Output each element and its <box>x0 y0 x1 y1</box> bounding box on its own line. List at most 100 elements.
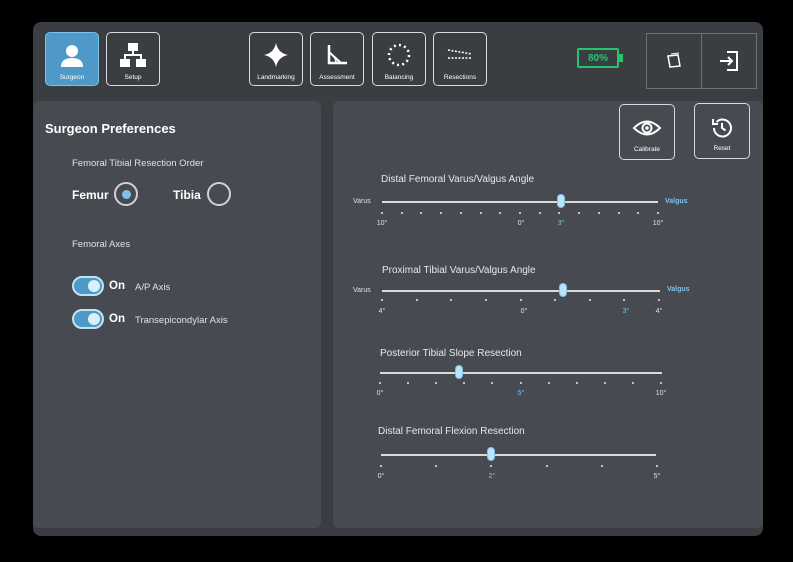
user-icon <box>61 45 83 67</box>
ap-axis-state: On <box>109 280 125 292</box>
slider-tick <box>588 299 591 301</box>
slider-tick <box>603 382 606 384</box>
slider-tick <box>379 382 381 384</box>
tick-label-max: 10° <box>655 390 667 397</box>
ap-axis-toggle[interactable] <box>72 276 104 296</box>
slider-tick <box>484 299 487 301</box>
tick-label-value: 3° <box>622 308 630 315</box>
slider-tick <box>435 465 438 467</box>
slider-tick <box>435 382 438 384</box>
varus-label: Varus <box>353 287 371 294</box>
setup-button[interactable]: Setup <box>106 32 160 86</box>
slider-tick <box>400 212 403 214</box>
slider-tick <box>519 382 522 384</box>
slider-tick <box>420 212 423 214</box>
reset-button[interactable]: Reset <box>694 103 750 159</box>
resections-button[interactable]: Resections <box>433 32 487 86</box>
tibia-option-label: Tibia <box>173 188 201 202</box>
battery-indicator: 80% <box>577 48 619 68</box>
distal-femoral-varus-valgus-thumb[interactable] <box>557 194 565 208</box>
tick-label-min: 4° <box>378 308 386 315</box>
slider-tick <box>463 382 466 384</box>
calibrate-button[interactable]: Calibrate <box>619 104 675 160</box>
valgus-label: Valgus <box>665 198 688 205</box>
tibia-radio[interactable] <box>207 182 231 206</box>
slider-tick <box>597 212 600 214</box>
tick-label-zero: 0° <box>517 220 525 227</box>
tick-label-max: 10° <box>652 220 664 227</box>
valgus-label: Valgus <box>667 286 690 293</box>
display-button[interactable] <box>646 33 702 89</box>
assessment-label: Assessment <box>319 74 355 81</box>
landmarking-button[interactable]: Landmarking <box>249 32 303 86</box>
sparkle-icon <box>264 43 288 67</box>
transepicondylar-axis-state: On <box>109 313 125 325</box>
slider-tick <box>623 299 626 301</box>
landmarking-label: Landmarking <box>257 74 295 81</box>
posterior-tibial-slope-title: Posterior Tibial Slope Resection <box>380 348 522 359</box>
distal-femoral-flexion-track[interactable] <box>381 454 656 456</box>
logout-button[interactable] <box>701 33 757 89</box>
slider-tick <box>660 382 662 384</box>
femur-option-label: Femur <box>72 188 109 202</box>
eye-icon <box>632 120 662 136</box>
logout-icon <box>720 51 738 71</box>
slider-tick <box>631 382 634 384</box>
resection-settings-panel: Calibrate Reset Distal Femoral Varus/Val… <box>333 101 763 528</box>
distal-femoral-varus-valgus-title: Distal Femoral Varus/Valgus Angle <box>381 174 535 185</box>
slider-tick <box>380 465 382 467</box>
slider-tick <box>657 212 659 214</box>
setup-label: Setup <box>124 74 142 81</box>
slider-tick <box>658 299 660 301</box>
tick-label-value: 5° <box>517 390 525 397</box>
dotted-circle-icon <box>387 43 411 67</box>
slider-tick <box>381 212 383 214</box>
femur-radio[interactable] <box>114 182 138 206</box>
tick-label-min: 0° <box>377 473 385 480</box>
femoral-axes-label: Femoral Axes <box>72 239 131 250</box>
proximal-tibial-varus-valgus-track[interactable] <box>382 290 660 292</box>
tick-label-max: 4° <box>655 308 663 315</box>
slider-tick <box>575 382 578 384</box>
balancing-label: Balancing <box>384 74 414 81</box>
tick-label-min: 0° <box>376 390 384 397</box>
varus-label: Varus <box>353 198 371 205</box>
slider-tick <box>381 299 383 301</box>
slider-tick <box>538 212 541 214</box>
distal-femoral-varus-valgus-track[interactable] <box>382 201 658 203</box>
slider-tick <box>554 299 557 301</box>
slider-tick <box>547 382 550 384</box>
slider-tick <box>656 465 658 467</box>
slider-tick <box>545 465 548 467</box>
tick-label-max: 5° <box>653 473 661 480</box>
radio-selected-dot <box>121 189 131 199</box>
distal-femoral-flexion-title: Distal Femoral Flexion Resection <box>378 426 525 437</box>
slider-tick <box>407 382 410 384</box>
assessment-button[interactable]: Assessment <box>310 32 364 86</box>
battery-level: 80% <box>587 52 608 64</box>
slider-tick <box>450 299 453 301</box>
posterior-tibial-slope-track[interactable] <box>380 372 662 374</box>
slider-tick <box>490 465 493 467</box>
app-window: Surgeon Setup Landmarking Assessment Bal… <box>33 22 763 536</box>
slider-tick <box>459 212 462 214</box>
tick-label-min: 10° <box>376 220 388 227</box>
tick-label-value: 2° <box>488 473 496 480</box>
surgeon-preferences-panel: Surgeon Preferences Femoral Tibial Resec… <box>33 101 321 528</box>
proximal-tibial-varus-valgus-thumb[interactable] <box>559 283 567 297</box>
resection-lines-icon <box>447 49 473 59</box>
slider-tick <box>519 299 522 301</box>
slider-tick <box>600 465 603 467</box>
slider-tick <box>479 212 482 214</box>
slider-tick <box>499 212 502 214</box>
tick-label-value: 3° <box>557 220 565 227</box>
distal-femoral-flexion-thumb[interactable] <box>487 447 495 461</box>
slider-tick <box>415 299 418 301</box>
angle-icon <box>327 45 347 65</box>
resections-label: Resections <box>443 74 477 81</box>
transepicondylar-axis-toggle[interactable] <box>72 309 104 329</box>
balancing-button[interactable]: Balancing <box>372 32 426 86</box>
slider-tick <box>519 212 521 214</box>
surgeon-button[interactable]: Surgeon <box>45 32 99 86</box>
posterior-tibial-slope-thumb[interactable] <box>455 365 463 379</box>
